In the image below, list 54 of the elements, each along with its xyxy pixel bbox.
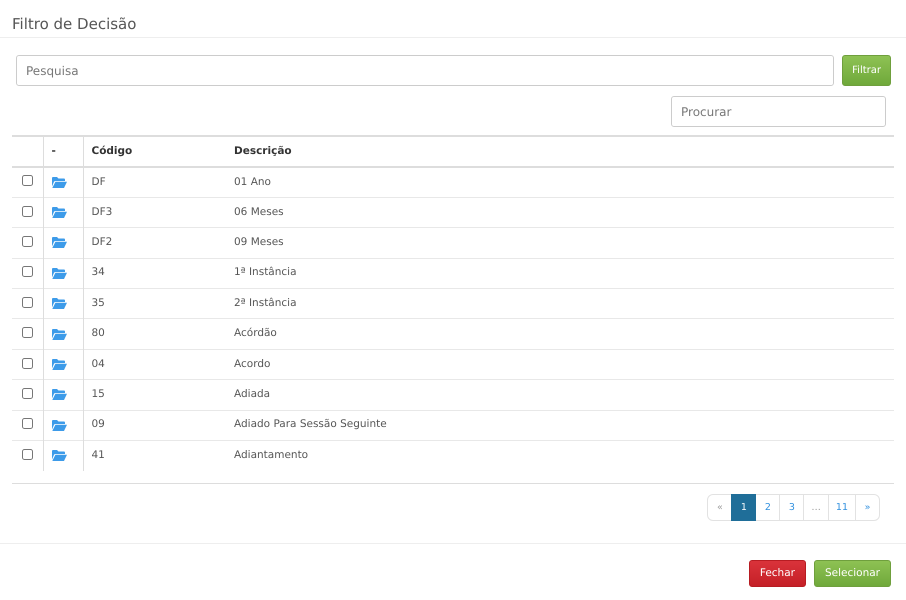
row-checkbox[interactable] xyxy=(22,266,33,278)
folder-icon xyxy=(52,420,66,431)
folder-icon xyxy=(52,389,66,400)
description-text: Acordo xyxy=(234,358,270,370)
page-link[interactable]: » xyxy=(855,494,880,521)
row-checkbox[interactable] xyxy=(22,418,33,430)
column-header: - xyxy=(52,144,56,157)
code-text: 41 xyxy=(92,449,105,462)
row-checkbox[interactable] xyxy=(22,175,33,186)
dialog-title: Filtro de Decisão xyxy=(12,14,136,34)
folder-icon xyxy=(52,328,66,340)
code-text: 35 xyxy=(92,296,105,309)
row-checkbox[interactable] xyxy=(22,448,33,460)
page-link[interactable]: 11 xyxy=(828,494,856,521)
column-header: Código xyxy=(92,144,132,157)
folder-icon xyxy=(52,237,66,248)
description-text: 06 Meses xyxy=(234,206,284,218)
table-search-field[interactable]: Procurar xyxy=(671,96,886,127)
row-checkbox[interactable] xyxy=(22,236,33,247)
code-text: 04 xyxy=(92,358,105,370)
page-link[interactable]: 1 xyxy=(731,494,756,521)
folder-icon xyxy=(52,450,66,462)
description-text: Adiado Para Sessão Seguinte xyxy=(234,418,387,430)
description-text: 01 Ano xyxy=(234,176,271,188)
folder-icon xyxy=(52,268,66,279)
select-button[interactable]: Selecionar xyxy=(814,560,891,587)
folder-icon xyxy=(52,298,66,310)
column-header: Descrição xyxy=(234,144,292,157)
page-link[interactable]: 2 xyxy=(755,494,780,521)
code-text: 80 xyxy=(92,327,105,340)
code-text: DF2 xyxy=(92,236,112,248)
row-checkbox[interactable] xyxy=(22,206,33,217)
folder-icon xyxy=(52,359,66,370)
description-text: Adiantamento xyxy=(234,449,308,462)
code-text: 15 xyxy=(92,388,105,400)
search-field[interactable]: Pesquisa xyxy=(16,55,834,86)
close-button[interactable]: Fechar xyxy=(748,560,806,587)
folder-icon xyxy=(52,176,66,188)
description-text: 09 Meses xyxy=(234,236,284,248)
page-link[interactable]: 3 xyxy=(779,494,804,521)
folder-icon xyxy=(52,207,66,218)
code-text: 09 xyxy=(92,418,105,430)
row-checkbox[interactable] xyxy=(22,327,33,338)
description-text: Acórdão xyxy=(234,327,277,340)
code-text: DF xyxy=(92,176,106,188)
description-text: 1ª Instância xyxy=(234,266,297,278)
code-text: 34 xyxy=(92,266,105,278)
filter-button[interactable]: Filtrar xyxy=(842,55,891,86)
description-text: 2ª Instância xyxy=(234,296,297,309)
description-text: Adiada xyxy=(234,388,270,400)
code-text: DF3 xyxy=(92,206,112,218)
row-checkbox[interactable] xyxy=(22,296,33,308)
row-checkbox[interactable] xyxy=(22,388,33,399)
row-checkbox[interactable] xyxy=(22,358,33,369)
